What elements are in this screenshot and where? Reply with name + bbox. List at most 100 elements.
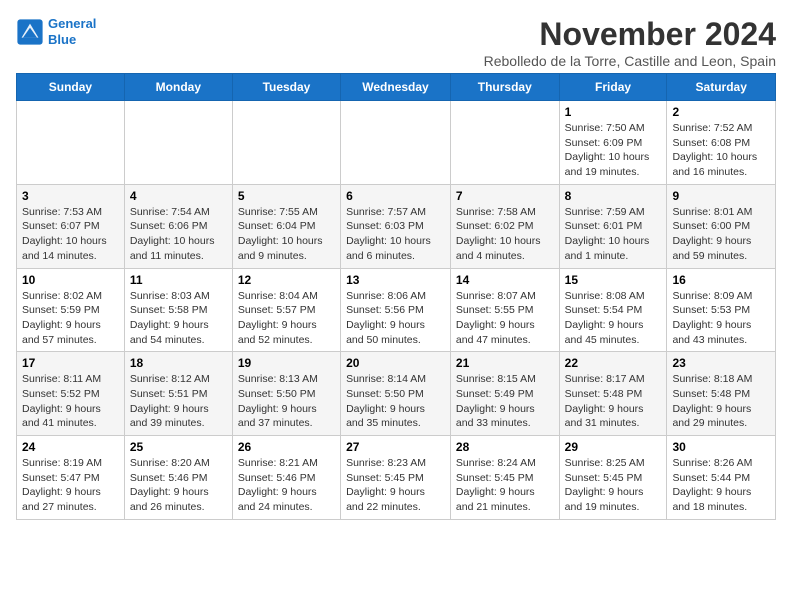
day-info: Sunrise: 8:01 AM Sunset: 6:00 PM Dayligh… bbox=[672, 205, 770, 264]
calendar-cell: 17 Sunrise: 8:11 AM Sunset: 5:52 PM Dayli… bbox=[17, 352, 125, 436]
calendar-cell: 15 Sunrise: 8:08 AM Sunset: 5:54 PM Dayli… bbox=[559, 268, 667, 352]
calendar-cell: 21Sunrise: 8:15 AM Sunset: 5:49 PM Dayli… bbox=[450, 352, 559, 436]
day-number: 4 bbox=[130, 189, 227, 203]
calendar-cell bbox=[450, 101, 559, 185]
day-info: Sunrise: 7:57 AM Sunset: 6:03 PM Dayligh… bbox=[346, 205, 445, 264]
day-info: Sunrise: 8:03 AM Sunset: 5:58 PM Dayligh… bbox=[130, 289, 227, 348]
day-info: Sunrise: 8:25 AM Sunset: 5:45 PM Dayligh… bbox=[565, 456, 662, 515]
day-info: Sunrise: 8:08 AM Sunset: 5:54 PM Dayligh… bbox=[565, 289, 662, 348]
day-info: Sunrise: 8:26 AM Sunset: 5:44 PM Dayligh… bbox=[672, 456, 770, 515]
day-info: Sunrise: 8:17 AM Sunset: 5:48 PM Dayligh… bbox=[565, 372, 662, 431]
column-header-saturday: Saturday bbox=[667, 74, 776, 101]
logo-text: General Blue bbox=[48, 16, 96, 47]
logo-line1: General bbox=[48, 16, 96, 31]
day-number: 28 bbox=[456, 440, 554, 454]
day-number: 8 bbox=[565, 189, 662, 203]
calendar-week-4: 17 Sunrise: 8:11 AM Sunset: 5:52 PM Dayli… bbox=[17, 352, 776, 436]
day-number: 6 bbox=[346, 189, 445, 203]
day-number: 18 bbox=[130, 356, 227, 370]
calendar-cell bbox=[232, 101, 340, 185]
day-number: 10 bbox=[22, 273, 119, 287]
logo: General Blue bbox=[16, 16, 96, 47]
location-subtitle: Rebolledo de la Torre, Castille and Leon… bbox=[484, 53, 776, 69]
day-info: Sunrise: 7:58 AM Sunset: 6:02 PM Dayligh… bbox=[456, 205, 554, 264]
calendar-cell: 9 Sunrise: 8:01 AM Sunset: 6:00 PM Daylig… bbox=[667, 184, 776, 268]
column-header-thursday: Thursday bbox=[450, 74, 559, 101]
calendar-cell: 12 Sunrise: 8:04 AM Sunset: 5:57 PM Dayli… bbox=[232, 268, 340, 352]
column-header-tuesday: Tuesday bbox=[232, 74, 340, 101]
day-number: 7 bbox=[456, 189, 554, 203]
day-info: Sunrise: 8:14 AM Sunset: 5:50 PM Dayligh… bbox=[346, 372, 445, 431]
day-info: Sunrise: 8:02 AM Sunset: 5:59 PM Dayligh… bbox=[22, 289, 119, 348]
day-number: 19 bbox=[238, 356, 335, 370]
calendar-cell: 27Sunrise: 8:23 AM Sunset: 5:45 PM Dayli… bbox=[341, 436, 451, 520]
calendar-cell: 23 Sunrise: 8:18 AM Sunset: 5:48 PM Dayli… bbox=[667, 352, 776, 436]
day-number: 16 bbox=[672, 273, 770, 287]
column-header-friday: Friday bbox=[559, 74, 667, 101]
calendar-cell: 16 Sunrise: 8:09 AM Sunset: 5:53 PM Dayli… bbox=[667, 268, 776, 352]
day-number: 5 bbox=[238, 189, 335, 203]
calendar-cell bbox=[341, 101, 451, 185]
calendar-cell bbox=[17, 101, 125, 185]
calendar-cell: 28 Sunrise: 8:24 AM Sunset: 5:45 PM Dayli… bbox=[450, 436, 559, 520]
day-number: 21 bbox=[456, 356, 554, 370]
calendar-week-1: 1Sunrise: 7:50 AM Sunset: 6:09 PM Daylig… bbox=[17, 101, 776, 185]
day-number: 12 bbox=[238, 273, 335, 287]
calendar-cell: 19 Sunrise: 8:13 AM Sunset: 5:50 PM Dayli… bbox=[232, 352, 340, 436]
calendar-cell: 1Sunrise: 7:50 AM Sunset: 6:09 PM Daylig… bbox=[559, 101, 667, 185]
day-number: 23 bbox=[672, 356, 770, 370]
day-info: Sunrise: 7:50 AM Sunset: 6:09 PM Dayligh… bbox=[565, 121, 662, 180]
column-header-wednesday: Wednesday bbox=[341, 74, 451, 101]
day-number: 3 bbox=[22, 189, 119, 203]
calendar-header-row: SundayMondayTuesdayWednesdayThursdayFrid… bbox=[17, 74, 776, 101]
day-info: Sunrise: 8:06 AM Sunset: 5:56 PM Dayligh… bbox=[346, 289, 445, 348]
day-info: Sunrise: 8:12 AM Sunset: 5:51 PM Dayligh… bbox=[130, 372, 227, 431]
calendar-week-2: 3Sunrise: 7:53 AM Sunset: 6:07 PM Daylig… bbox=[17, 184, 776, 268]
month-title: November 2024 bbox=[484, 16, 776, 53]
calendar-cell: 11 Sunrise: 8:03 AM Sunset: 5:58 PM Dayli… bbox=[124, 268, 232, 352]
logo-icon bbox=[16, 18, 44, 46]
calendar-cell: 22 Sunrise: 8:17 AM Sunset: 5:48 PM Dayli… bbox=[559, 352, 667, 436]
calendar-week-3: 10 Sunrise: 8:02 AM Sunset: 5:59 PM Dayli… bbox=[17, 268, 776, 352]
day-info: Sunrise: 8:11 AM Sunset: 5:52 PM Dayligh… bbox=[22, 372, 119, 431]
calendar-table: SundayMondayTuesdayWednesdayThursdayFrid… bbox=[16, 73, 776, 520]
calendar-cell bbox=[124, 101, 232, 185]
day-number: 20 bbox=[346, 356, 445, 370]
day-number: 15 bbox=[565, 273, 662, 287]
day-info: Sunrise: 7:54 AM Sunset: 6:06 PM Dayligh… bbox=[130, 205, 227, 264]
day-number: 25 bbox=[130, 440, 227, 454]
calendar-cell: 24Sunrise: 8:19 AM Sunset: 5:47 PM Dayli… bbox=[17, 436, 125, 520]
calendar-cell: 29Sunrise: 8:25 AM Sunset: 5:45 PM Dayli… bbox=[559, 436, 667, 520]
day-number: 14 bbox=[456, 273, 554, 287]
calendar-cell: 18 Sunrise: 8:12 AM Sunset: 5:51 PM Dayli… bbox=[124, 352, 232, 436]
calendar-cell: 5Sunrise: 7:55 AM Sunset: 6:04 PM Daylig… bbox=[232, 184, 340, 268]
day-info: Sunrise: 8:21 AM Sunset: 5:46 PM Dayligh… bbox=[238, 456, 335, 515]
calendar-cell: 2 Sunrise: 7:52 AM Sunset: 6:08 PM Daylig… bbox=[667, 101, 776, 185]
day-info: Sunrise: 8:09 AM Sunset: 5:53 PM Dayligh… bbox=[672, 289, 770, 348]
day-info: Sunrise: 8:07 AM Sunset: 5:55 PM Dayligh… bbox=[456, 289, 554, 348]
day-info: Sunrise: 8:20 AM Sunset: 5:46 PM Dayligh… bbox=[130, 456, 227, 515]
day-info: Sunrise: 8:04 AM Sunset: 5:57 PM Dayligh… bbox=[238, 289, 335, 348]
title-area: November 2024 Rebolledo de la Torre, Cas… bbox=[484, 16, 776, 69]
calendar-cell: 3Sunrise: 7:53 AM Sunset: 6:07 PM Daylig… bbox=[17, 184, 125, 268]
day-info: Sunrise: 8:24 AM Sunset: 5:45 PM Dayligh… bbox=[456, 456, 554, 515]
page-header: General Blue November 2024 Rebolledo de … bbox=[16, 16, 776, 69]
day-number: 17 bbox=[22, 356, 119, 370]
day-info: Sunrise: 7:52 AM Sunset: 6:08 PM Dayligh… bbox=[672, 121, 770, 180]
calendar-cell: 20 Sunrise: 8:14 AM Sunset: 5:50 PM Dayli… bbox=[341, 352, 451, 436]
day-info: Sunrise: 8:23 AM Sunset: 5:45 PM Dayligh… bbox=[346, 456, 445, 515]
day-number: 13 bbox=[346, 273, 445, 287]
day-info: Sunrise: 8:18 AM Sunset: 5:48 PM Dayligh… bbox=[672, 372, 770, 431]
calendar-cell: 13 Sunrise: 8:06 AM Sunset: 5:56 PM Dayli… bbox=[341, 268, 451, 352]
day-info: Sunrise: 8:13 AM Sunset: 5:50 PM Dayligh… bbox=[238, 372, 335, 431]
calendar-cell: 26 Sunrise: 8:21 AM Sunset: 5:46 PM Dayli… bbox=[232, 436, 340, 520]
calendar-cell: 14 Sunrise: 8:07 AM Sunset: 5:55 PM Dayli… bbox=[450, 268, 559, 352]
day-number: 22 bbox=[565, 356, 662, 370]
calendar-cell: 25 Sunrise: 8:20 AM Sunset: 5:46 PM Dayli… bbox=[124, 436, 232, 520]
day-number: 26 bbox=[238, 440, 335, 454]
day-number: 24 bbox=[22, 440, 119, 454]
day-number: 9 bbox=[672, 189, 770, 203]
day-number: 11 bbox=[130, 273, 227, 287]
day-number: 2 bbox=[672, 105, 770, 119]
calendar-week-5: 24Sunrise: 8:19 AM Sunset: 5:47 PM Dayli… bbox=[17, 436, 776, 520]
